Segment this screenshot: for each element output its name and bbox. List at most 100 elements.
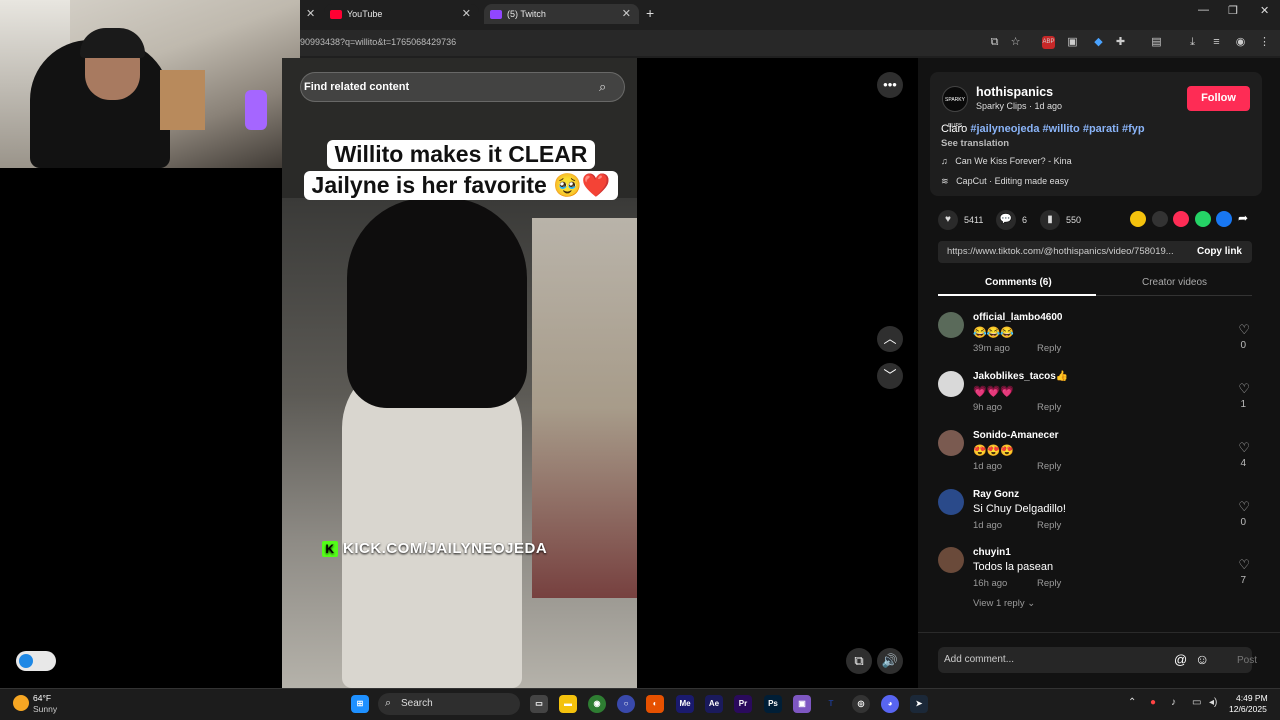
author-avatar[interactable]: SPARKY CLIPS xyxy=(942,86,968,129)
comment-stat[interactable]: 💬 6 xyxy=(996,210,1027,230)
close-tab-icon[interactable]: ✕ xyxy=(622,7,631,20)
capcut-row[interactable]: ≋ CapCut · Editing made easy xyxy=(941,176,1069,187)
search-icon[interactable]: ⌕ xyxy=(599,79,606,95)
next-video-button[interactable]: ﹀ xyxy=(877,363,903,389)
tray-chevron-icon[interactable]: ⌃ xyxy=(1128,697,1136,708)
media-icon[interactable]: ≡ xyxy=(1210,36,1223,49)
reply-button[interactable]: Reply xyxy=(1037,343,1061,354)
file-explorer-icon[interactable]: ▬ xyxy=(559,695,577,713)
app-icon[interactable]: T xyxy=(822,695,840,713)
start-icon[interactable]: ⊞ xyxy=(351,695,369,713)
heart-icon[interactable]: ♡ xyxy=(1238,499,1250,515)
heart-icon[interactable]: ♡ xyxy=(1238,322,1250,338)
commenter-avatar[interactable] xyxy=(938,430,964,456)
commenter-name[interactable]: Sonido-Amanecer xyxy=(973,430,1059,441)
facebook-icon[interactable] xyxy=(1216,211,1232,227)
pip-icon[interactable]: ⧉ xyxy=(846,648,872,674)
minimize-icon[interactable]: — xyxy=(1198,4,1209,16)
close-icon[interactable]: ✕ xyxy=(306,7,315,20)
discord-icon[interactable]: ◕ xyxy=(881,695,899,713)
whatsapp-icon[interactable] xyxy=(1195,211,1211,227)
hashtags[interactable]: #jailyneojeda #willito #parati #fyp xyxy=(970,123,1144,135)
address-bar[interactable]: 90993438?q=willito&t=1765068429736 xyxy=(300,30,1280,56)
weather-temp[interactable]: 64°F xyxy=(33,693,51,703)
close-tab-icon[interactable]: ✕ xyxy=(462,7,471,20)
commenter-name[interactable]: Jakoblikes_tacos👍 xyxy=(973,371,1068,382)
music-row[interactable]: ♫ Can We Kiss Forever? - Kina xyxy=(941,156,1072,166)
steam-icon[interactable]: ➤ xyxy=(910,695,928,713)
puzzle-icon[interactable]: ✚ xyxy=(1114,36,1127,49)
previous-video-button[interactable]: ︿ xyxy=(877,326,903,352)
commenter-avatar[interactable] xyxy=(938,547,964,573)
like-stat[interactable]: ♥ 5411 xyxy=(938,210,983,230)
chrome-icon[interactable]: ◉ xyxy=(588,695,606,713)
reply-button[interactable]: Reply xyxy=(1037,520,1061,531)
weather-icon[interactable] xyxy=(13,695,29,711)
view-replies-link[interactable]: View 1 reply ⌄ xyxy=(973,598,1035,609)
post-url[interactable]: https://www.tiktok.com/@hothispanics/vid… xyxy=(947,246,1174,257)
reply-button[interactable]: Reply xyxy=(1037,402,1061,413)
app-icon[interactable]: ◐ xyxy=(646,695,664,713)
new-tab-button[interactable]: + xyxy=(646,5,654,21)
volume-icon[interactable]: ◂) xyxy=(1209,697,1217,708)
comment-time: 9h ago xyxy=(973,402,1003,413)
commenter-name[interactable]: chuyin1 xyxy=(973,547,1011,558)
heart-icon[interactable]: ♡ xyxy=(1238,557,1250,573)
cast-icon[interactable]: ⧉ xyxy=(988,36,1001,49)
follow-button[interactable]: Follow xyxy=(1187,86,1250,111)
emoji-icon[interactable]: ☺ xyxy=(1195,651,1209,667)
commenter-avatar[interactable] xyxy=(938,489,964,515)
bookmark-star-icon[interactable]: ☆ xyxy=(1009,36,1022,49)
author-name[interactable]: hothispanics xyxy=(976,85,1053,99)
microphone-icon[interactable]: ♪ xyxy=(1171,697,1176,708)
heart-icon[interactable]: ♡ xyxy=(1238,381,1250,397)
tab-comments[interactable]: Comments (6) xyxy=(985,277,1052,288)
tab-creator-videos[interactable]: Creator videos xyxy=(1142,277,1207,288)
profile-icon[interactable]: ◉ xyxy=(1234,36,1247,49)
extension-icon[interactable]: ▣ xyxy=(1066,36,1079,49)
photoshop-icon[interactable]: Ps xyxy=(764,695,782,713)
app-icon[interactable]: ○ xyxy=(617,695,635,713)
commenter-avatar[interactable] xyxy=(938,371,964,397)
more-options-button[interactable]: ••• xyxy=(877,72,903,98)
copy-link-button[interactable]: Copy link xyxy=(1197,246,1242,257)
clock-date[interactable]: 12/6/2025 xyxy=(1229,704,1267,714)
commenter-name[interactable]: official_lambo4600 xyxy=(973,312,1062,323)
extension-icon[interactable]: ◆ xyxy=(1092,36,1105,49)
add-comment-input[interactable]: Add comment... @ ☺ xyxy=(938,647,1252,673)
after-effects-icon[interactable]: Ae xyxy=(705,695,723,713)
see-translation-link[interactable]: See translation xyxy=(941,138,1009,149)
premiere-icon[interactable]: Pr xyxy=(734,695,752,713)
network-icon[interactable]: ▭ xyxy=(1192,697,1201,708)
clock-time[interactable]: 4:49 PM xyxy=(1236,693,1268,703)
volume-icon[interactable]: 🔊 xyxy=(877,648,903,674)
reply-button[interactable]: Reply xyxy=(1037,461,1061,472)
commenter-name[interactable]: Ray Gonz xyxy=(973,489,1019,500)
menu-icon[interactable]: ⋮ xyxy=(1258,36,1271,49)
taskbar-search[interactable]: ⌕ Search xyxy=(378,693,520,715)
commenter-avatar[interactable] xyxy=(938,312,964,338)
post-comment-button[interactable]: Post xyxy=(1237,655,1257,666)
app-icon[interactable]: ▣ xyxy=(793,695,811,713)
find-related-search[interactable]: Find related content ⌕ xyxy=(300,72,625,102)
share-friends-icon[interactable] xyxy=(1130,211,1146,227)
task-view-icon[interactable]: ▭ xyxy=(530,695,548,713)
save-stat[interactable]: ▮ 550 xyxy=(1040,210,1081,230)
mention-icon[interactable]: @ xyxy=(1174,652,1187,667)
toggle-switch[interactable] xyxy=(16,651,56,671)
adblock-icon[interactable]: ABP xyxy=(1042,36,1055,49)
reply-button[interactable]: Reply xyxy=(1037,578,1061,589)
window-close-icon[interactable]: ✕ xyxy=(1260,4,1269,17)
obs-icon[interactable]: ◎ xyxy=(852,695,870,713)
share-send-icon[interactable] xyxy=(1173,211,1189,227)
embed-icon[interactable] xyxy=(1152,211,1168,227)
heart-icon[interactable]: ♡ xyxy=(1238,440,1250,456)
tab-youtube[interactable]: YouTube ✕ xyxy=(324,4,479,24)
media-encoder-icon[interactable]: Me xyxy=(676,695,694,713)
tray-app-icon[interactable]: ● xyxy=(1150,697,1156,708)
tab-twitch[interactable]: (5) Twitch ✕ xyxy=(484,4,639,24)
share-arrow-icon[interactable]: ➦ xyxy=(1238,211,1248,225)
maximize-icon[interactable]: ❐ xyxy=(1228,4,1238,17)
download-icon[interactable]: ⤓ xyxy=(1186,36,1199,49)
sidebar-icon[interactable]: ▤ xyxy=(1150,36,1163,49)
